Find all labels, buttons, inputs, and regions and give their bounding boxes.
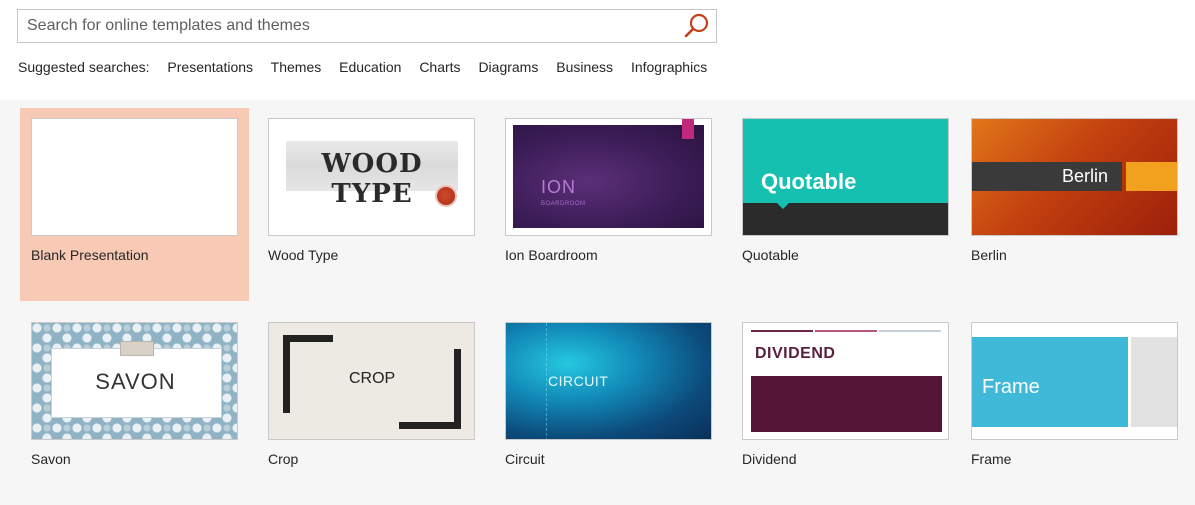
thumbnail-title: Berlin: [1062, 166, 1109, 186]
thumbnail-subtitle: BOARDROOM: [541, 201, 586, 207]
template-tile-ion-boardroom[interactable]: ION BOARDROOM Ion Boardroom: [494, 108, 723, 301]
template-label: Blank Presentation: [31, 247, 149, 263]
template-label: Savon: [31, 451, 71, 467]
search-input[interactable]: [18, 10, 678, 42]
template-thumbnail: WOOD TYPE: [268, 118, 475, 236]
thumbnail-title: SAVON: [95, 369, 176, 394]
seal-icon: [435, 185, 457, 207]
suggested-searches: Suggested searches: Presentations Themes…: [18, 59, 721, 75]
template-tile-frame[interactable]: Frame Frame: [960, 312, 1189, 505]
suggested-link-business[interactable]: Business: [556, 59, 613, 75]
template-label: Crop: [268, 451, 299, 467]
template-thumbnail: CIRCUIT: [505, 322, 712, 440]
suggested-link-presentations[interactable]: Presentations: [167, 59, 253, 75]
template-thumbnail: DIVIDEND: [742, 322, 949, 440]
thumbnail-title: WOOD TYPE: [321, 149, 423, 209]
template-tile-blank-presentation[interactable]: Blank Presentation: [20, 108, 249, 301]
search-box: [17, 9, 717, 43]
template-tile-quotable[interactable]: Quotable Quotable: [731, 108, 960, 301]
template-thumbnail: Quotable: [742, 118, 949, 236]
template-label: Berlin: [971, 247, 1007, 263]
suggested-link-charts[interactable]: Charts: [419, 59, 460, 75]
suggested-searches-label: Suggested searches:: [18, 59, 150, 75]
suggested-link-infographics[interactable]: Infographics: [631, 59, 707, 75]
thumbnail-title: Frame: [982, 376, 1040, 398]
thumbnail-title: DIVIDEND: [755, 345, 836, 362]
template-label: Dividend: [742, 451, 797, 467]
template-thumbnail: SAVON: [31, 322, 238, 440]
template-label: Frame: [971, 451, 1012, 467]
template-tile-crop[interactable]: CROP Crop: [257, 312, 486, 505]
suggested-link-education[interactable]: Education: [339, 59, 401, 75]
suggested-link-diagrams[interactable]: Diagrams: [478, 59, 538, 75]
template-label: Ion Boardroom: [505, 247, 598, 263]
template-tile-wood-type[interactable]: WOOD TYPE Wood Type: [257, 108, 486, 301]
template-tile-savon[interactable]: SAVON Savon: [20, 312, 249, 505]
suggested-link-themes[interactable]: Themes: [271, 59, 322, 75]
template-thumbnail: Frame: [971, 322, 1178, 440]
thumbnail-title: CIRCUIT: [548, 373, 609, 389]
template-label: Quotable: [742, 247, 799, 263]
thumbnail-title: Quotable: [761, 169, 857, 194]
template-thumbnail: [31, 118, 238, 236]
thumbnail-title: ION: [541, 177, 577, 197]
template-label: Wood Type: [268, 247, 339, 263]
template-thumbnail: ION BOARDROOM: [505, 118, 712, 236]
template-tile-berlin[interactable]: Berlin Berlin: [960, 108, 1189, 301]
template-tile-circuit[interactable]: CIRCUIT Circuit: [494, 312, 723, 505]
magnifier-icon: [684, 13, 709, 38]
template-thumbnail: Berlin: [971, 118, 1178, 236]
template-label: Circuit: [505, 451, 545, 467]
template-thumbnail: CROP: [268, 322, 475, 440]
thumbnail-title: CROP: [349, 370, 396, 387]
search-button[interactable]: [681, 12, 713, 40]
template-tile-dividend[interactable]: DIVIDEND Dividend: [731, 312, 960, 505]
